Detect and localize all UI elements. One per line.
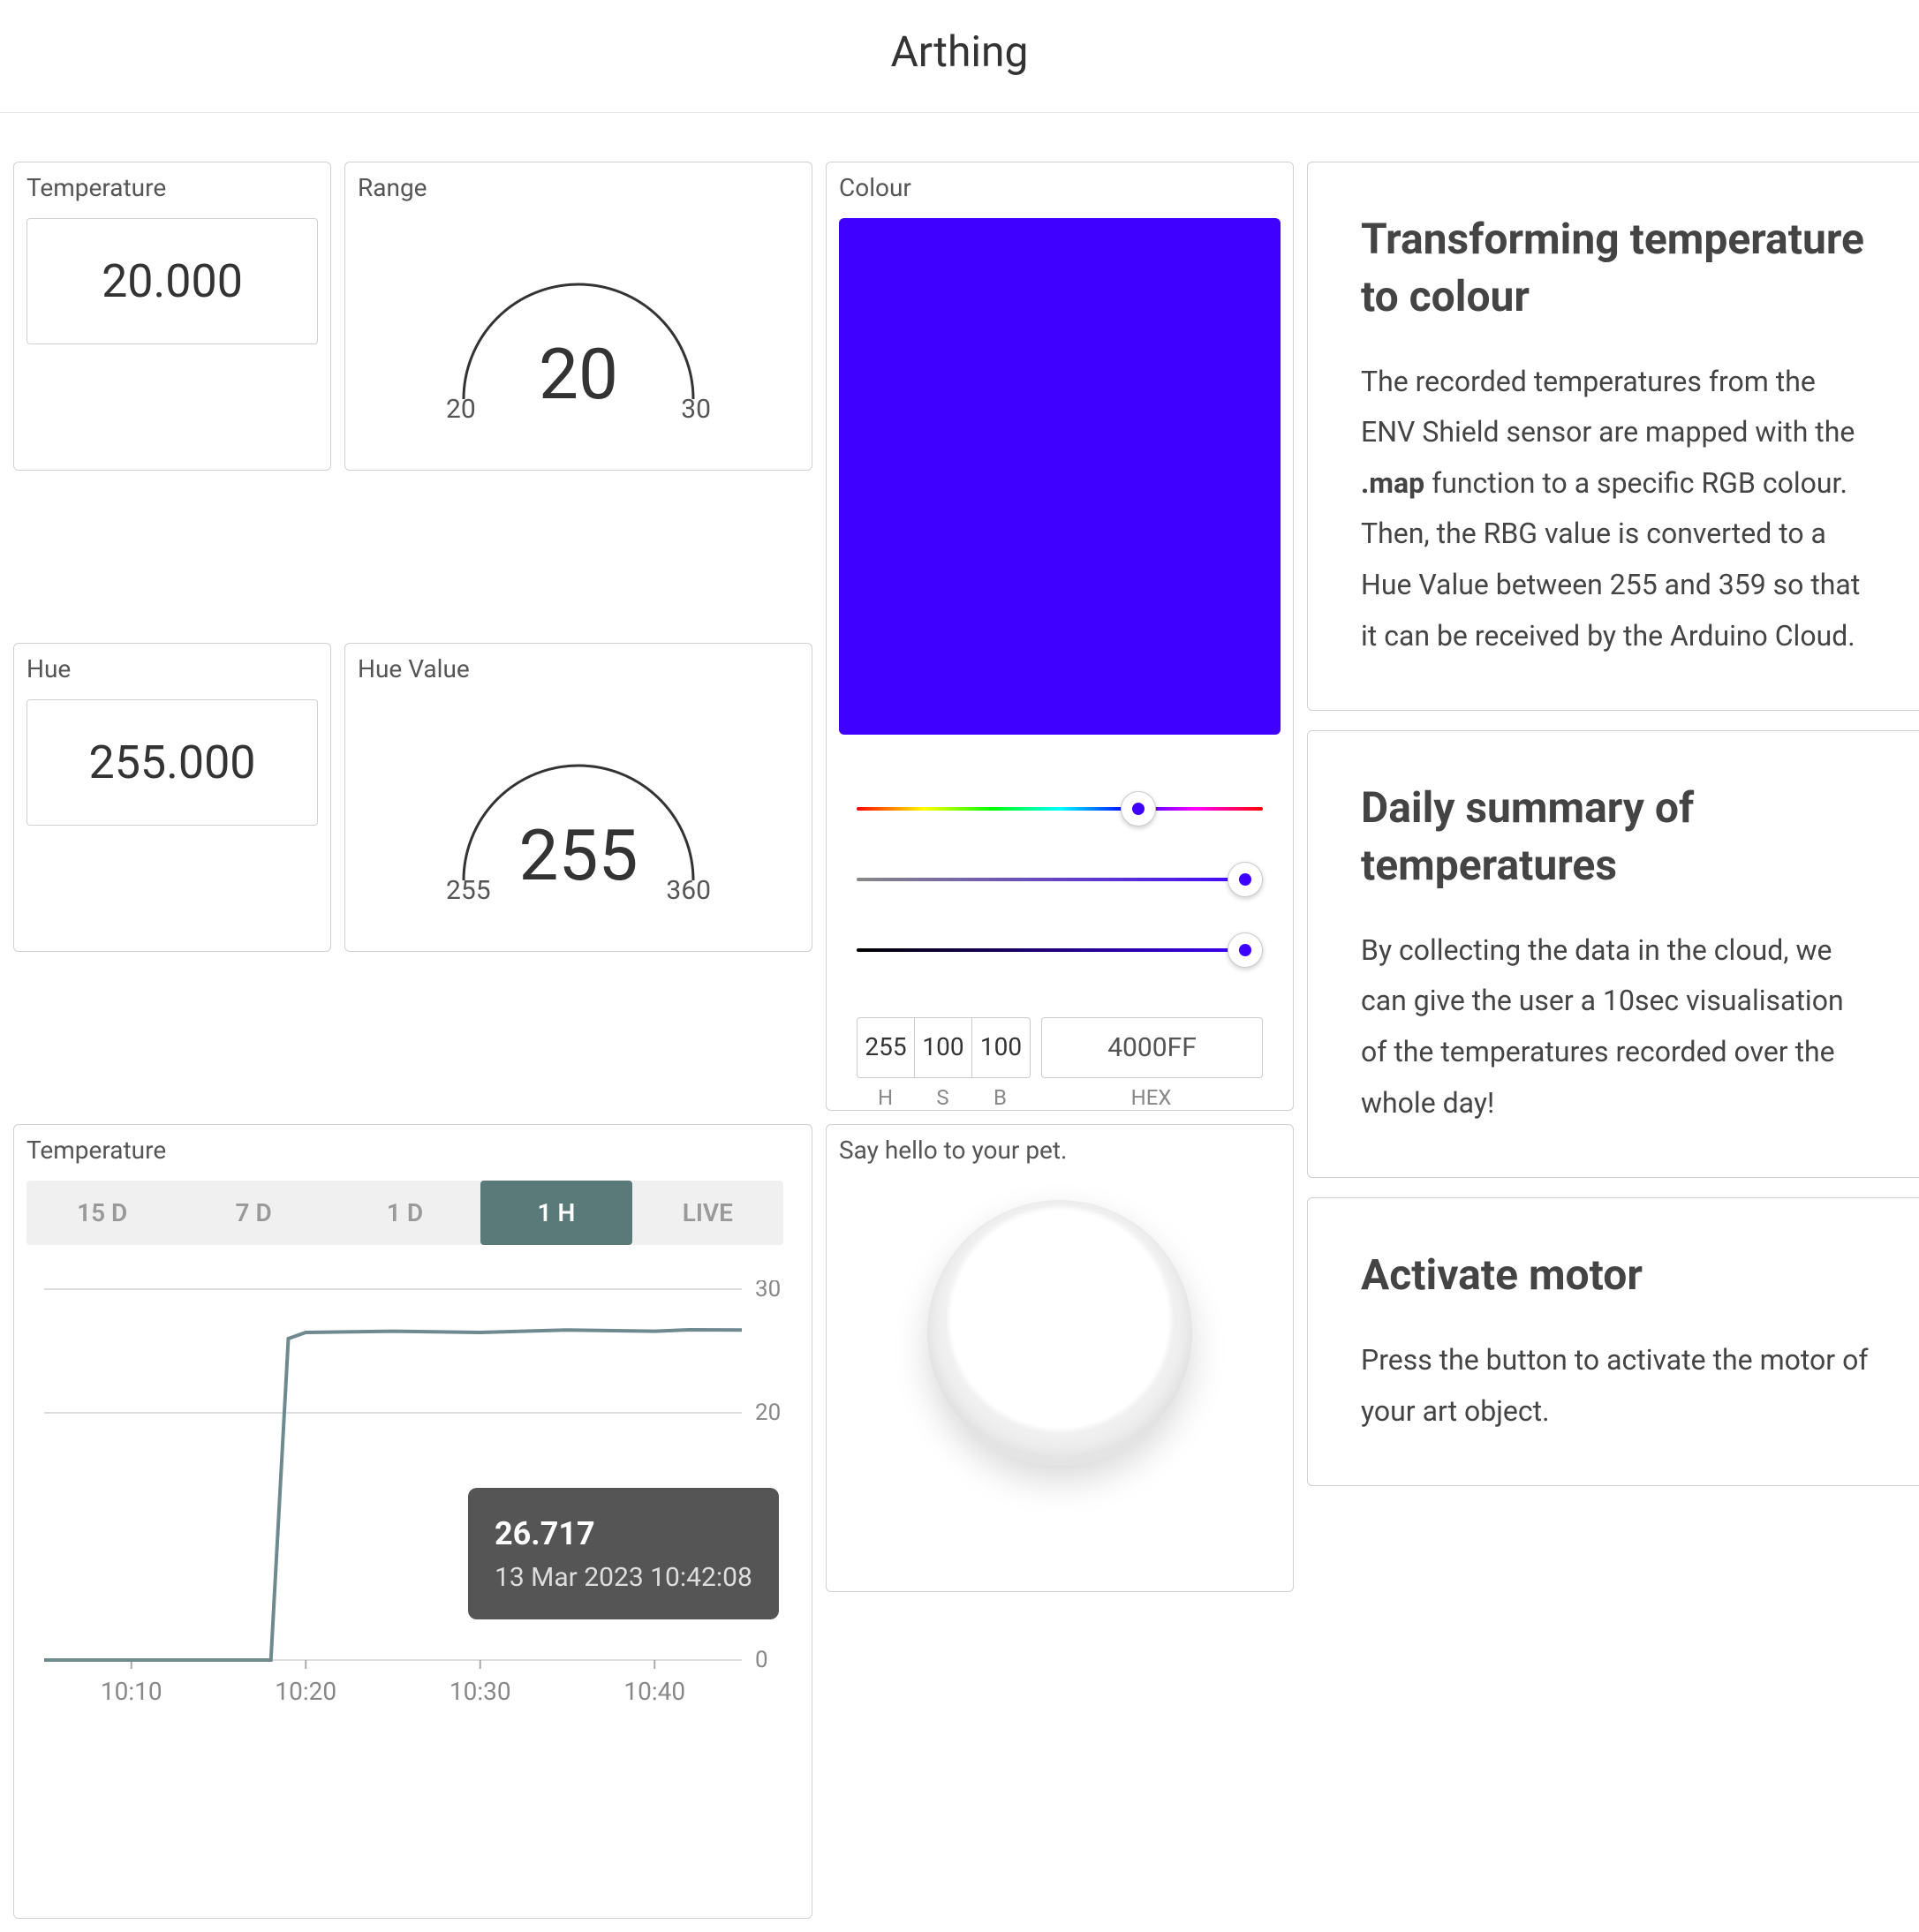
colour-swatch bbox=[839, 218, 1281, 735]
card-title: Temperature bbox=[26, 173, 318, 202]
b-label: B bbox=[971, 1085, 1029, 1110]
range-min: 20 bbox=[446, 394, 476, 425]
info-title: Activate motor bbox=[1361, 1247, 1871, 1304]
hue-slider[interactable] bbox=[857, 779, 1263, 849]
svg-text:10:10: 10:10 bbox=[101, 1677, 162, 1706]
chart-tooltip: 26.717 13 Mar 2023 10:42:08 bbox=[468, 1488, 779, 1619]
svg-text:20: 20 bbox=[755, 1400, 781, 1426]
colour-card: Colour 255 100 100 4000FF bbox=[826, 162, 1294, 1111]
hue-value-max: 360 bbox=[666, 875, 711, 906]
s-label: S bbox=[914, 1085, 971, 1110]
tooltip-date: 13 Mar 2023 10:42:08 bbox=[495, 1558, 752, 1597]
hue-value-value: 255 bbox=[519, 814, 638, 897]
range-value: 20 bbox=[539, 333, 618, 416]
info-motor-card: Activate motor Press the button to activ… bbox=[1307, 1197, 1919, 1486]
hsb-inputs[interactable]: 255 100 100 bbox=[857, 1017, 1031, 1078]
hue-value-min: 255 bbox=[446, 875, 491, 906]
card-title: Colour bbox=[839, 173, 1281, 202]
pet-push-button[interactable] bbox=[927, 1200, 1192, 1465]
hex-label: HEX bbox=[1039, 1085, 1263, 1110]
hue-value-card: Hue Value 255 255 360 bbox=[344, 643, 812, 952]
tab-1d[interactable]: 1 D bbox=[329, 1181, 480, 1245]
range-card: Range 20 20 30 bbox=[344, 162, 812, 471]
tab-15d[interactable]: 15 D bbox=[26, 1181, 178, 1245]
temperature-chart-card: Temperature 15 D7 D1 D1 HLIVE 0 20 30 10:10… bbox=[13, 1124, 812, 1919]
h-label: H bbox=[857, 1085, 914, 1110]
info-text: Press the button to activate the motor o… bbox=[1361, 1335, 1871, 1437]
temperature-card: Temperature 20.000 bbox=[13, 162, 331, 471]
info-text: By collecting the data in the cloud, we … bbox=[1361, 925, 1871, 1128]
tab-live[interactable]: LIVE bbox=[632, 1181, 783, 1245]
card-title: Range bbox=[358, 173, 799, 202]
tab-7d[interactable]: 7 D bbox=[178, 1181, 329, 1245]
range-max: 30 bbox=[681, 394, 711, 425]
svg-text:10:40: 10:40 bbox=[623, 1677, 685, 1706]
tab-1h[interactable]: 1 H bbox=[480, 1181, 631, 1245]
svg-text:0: 0 bbox=[755, 1647, 768, 1673]
svg-text:10:30: 10:30 bbox=[450, 1677, 511, 1706]
brightness-slider[interactable] bbox=[857, 920, 1263, 991]
s-value[interactable]: 100 bbox=[915, 1018, 972, 1077]
info-summary-card: Daily summary of temperatures By collect… bbox=[1307, 730, 1919, 1178]
info-title: Daily summary of temperatures bbox=[1361, 780, 1871, 894]
card-title: Hue Value bbox=[358, 654, 799, 683]
hue-card: Hue 255.000 bbox=[13, 643, 331, 952]
hex-value[interactable]: 4000FF bbox=[1041, 1017, 1263, 1078]
card-title: Hue bbox=[26, 654, 318, 683]
pet-card: Say hello to your pet. bbox=[826, 1124, 1294, 1592]
hue-value: 255.000 bbox=[26, 699, 318, 826]
saturation-slider[interactable] bbox=[857, 849, 1263, 920]
page-title: Arthing bbox=[0, 26, 1919, 77]
card-title: Say hello to your pet. bbox=[839, 1136, 1281, 1165]
info-transform-card: Transforming temperature to colour The r… bbox=[1307, 162, 1919, 711]
temperature-value: 20.000 bbox=[26, 218, 318, 344]
page-header: Arthing bbox=[0, 0, 1919, 113]
b-value[interactable]: 100 bbox=[972, 1018, 1030, 1077]
chart-range-tabs: 15 D7 D1 D1 HLIVE bbox=[26, 1181, 783, 1245]
info-title: Transforming temperature to colour bbox=[1361, 211, 1871, 326]
h-value[interactable]: 255 bbox=[858, 1018, 915, 1077]
svg-text:10:20: 10:20 bbox=[275, 1677, 336, 1706]
card-title: Temperature bbox=[26, 1136, 799, 1165]
svg-text:30: 30 bbox=[755, 1280, 781, 1302]
tooltip-value: 26.717 bbox=[495, 1510, 752, 1558]
info-text: The recorded temperatures from the ENV S… bbox=[1361, 357, 1871, 662]
